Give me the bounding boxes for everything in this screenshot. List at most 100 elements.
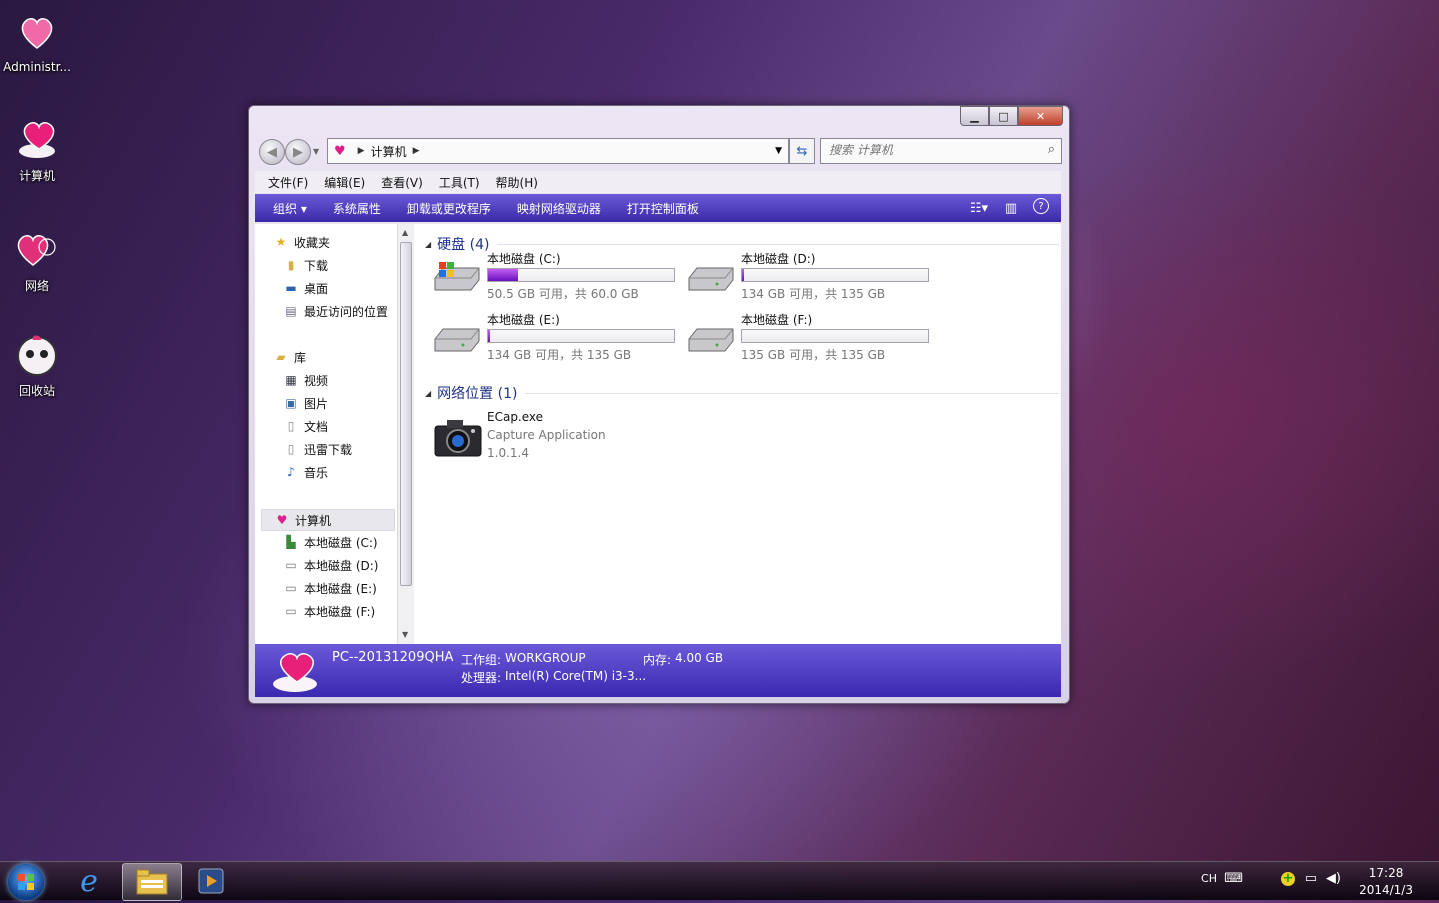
address-bar[interactable]: ♥ ▶ 计算机 ▶ ▼ bbox=[327, 138, 789, 164]
view-options-icon[interactable]: ☷▾ bbox=[969, 198, 989, 218]
security-shield-icon[interactable]: + bbox=[1281, 872, 1295, 886]
drive-f[interactable]: 本地磁盘 (F:) 135 GB 可用，共 135 GB bbox=[687, 311, 937, 363]
taskbar-internet-explorer[interactable]: e bbox=[60, 863, 118, 899]
volume-icon[interactable]: ◀) bbox=[1326, 871, 1341, 886]
drive-usage-fill bbox=[488, 269, 518, 281]
windows-drive-icon bbox=[434, 262, 480, 291]
drive-name: 本地磁盘 (D:) bbox=[741, 252, 816, 266]
back-button[interactable]: ◀ bbox=[259, 139, 285, 165]
nav-computer[interactable]: ♥ 计算机 bbox=[261, 509, 395, 531]
menu-help[interactable]: 帮助(H) bbox=[493, 174, 541, 191]
drive-usage-fill bbox=[488, 330, 490, 342]
main-pane: ◢ 硬盘 (4) 本地磁盘 (C:) 50.5 GB 可用，共 60.0 GB … bbox=[415, 224, 1061, 644]
internet-explorer-icon: e bbox=[80, 863, 98, 899]
preview-pane-icon[interactable]: ▥ bbox=[1001, 198, 1021, 218]
scroll-thumb[interactable] bbox=[400, 242, 412, 586]
drive-e[interactable]: 本地磁盘 (E:) 134 GB 可用，共 135 GB bbox=[433, 311, 683, 363]
system-properties-button[interactable]: 系统属性 bbox=[329, 200, 385, 217]
scroll-down-icon[interactable]: ▼ bbox=[402, 630, 408, 639]
drive-icon: ▭ bbox=[285, 558, 297, 572]
menu-tools[interactable]: 工具(T) bbox=[436, 174, 483, 191]
clock[interactable]: 17:28 2014/1/3 bbox=[1359, 865, 1413, 899]
search-input[interactable] bbox=[821, 139, 1037, 161]
drive-name: 本地磁盘 (F:) bbox=[741, 313, 813, 327]
minimize-button[interactable]: ▁ bbox=[960, 106, 989, 126]
breadcrumb-arrow-icon[interactable]: ▶ bbox=[358, 146, 365, 156]
computer-name: PC--20131209QHA bbox=[332, 650, 454, 665]
open-control-panel-button[interactable]: 打开控制面板 bbox=[623, 200, 703, 217]
menu-view[interactable]: 查看(V) bbox=[378, 174, 426, 191]
computer-heart-icon: ♥ bbox=[334, 143, 346, 159]
group-network-locations[interactable]: ◢ 网络位置 (1) bbox=[425, 383, 1059, 403]
refresh-icon: ⇆ bbox=[796, 143, 808, 159]
breadcrumb-computer[interactable]: 计算机 bbox=[371, 143, 407, 160]
ecap-application[interactable]: ECap.exe Capture Application 1.0.1.4 bbox=[433, 410, 733, 470]
desktop-icon-network[interactable]: 网络 bbox=[0, 225, 74, 294]
map-network-drive-button[interactable]: 映射网络驱动器 bbox=[513, 200, 605, 217]
drive-name: 本地磁盘 (C:) bbox=[487, 252, 561, 266]
collapse-icon[interactable]: ◢ bbox=[425, 389, 431, 398]
refresh-button[interactable]: ⇆ bbox=[789, 138, 815, 164]
clock-date: 2014/1/3 bbox=[1359, 883, 1413, 897]
menu-file[interactable]: 文件(F) bbox=[265, 174, 311, 191]
forward-arrow-icon: ▶ bbox=[293, 144, 303, 160]
app-description: Capture Application bbox=[487, 428, 606, 442]
menu-edit[interactable]: 编辑(E) bbox=[321, 174, 368, 191]
back-arrow-icon: ◀ bbox=[267, 144, 277, 160]
search-icon[interactable]: ⌕ bbox=[1048, 142, 1055, 157]
details-pane: PC--20131209QHA 工作组: WORKGROUP 内存: 4.00 … bbox=[255, 644, 1061, 697]
forward-button[interactable]: ▶ bbox=[285, 139, 311, 165]
drive-icon bbox=[434, 328, 480, 352]
workgroup-value: WORKGROUP bbox=[505, 651, 586, 665]
maximize-button[interactable]: □ bbox=[989, 106, 1018, 126]
command-bar: 组织 ▾ 系统属性 卸载或更改程序 映射网络驱动器 打开控制面板 ☷▾ ▥ ? bbox=[255, 194, 1061, 222]
language-indicator[interactable]: CH bbox=[1201, 872, 1217, 885]
recent-pages-icon[interactable]: ▼ bbox=[313, 147, 319, 156]
organize-button[interactable]: 组织 ▾ bbox=[269, 200, 311, 217]
star-icon: ★ bbox=[275, 235, 287, 249]
documents-icon: ▯ bbox=[287, 419, 295, 433]
collapse-icon[interactable]: ◢ bbox=[425, 240, 431, 249]
keyboard-icon[interactable]: ⌨ bbox=[1224, 871, 1243, 886]
taskbar-explorer[interactable] bbox=[122, 863, 182, 901]
group-divider bbox=[497, 243, 1059, 245]
address-dropdown-icon[interactable]: ▼ bbox=[775, 146, 782, 156]
drive-d[interactable]: 本地磁盘 (D:) 134 GB 可用，共 135 GB bbox=[687, 250, 937, 302]
processor-label: 处理器: bbox=[461, 671, 502, 685]
desktop-icon-administrator[interactable]: Administr... bbox=[0, 8, 74, 74]
recent-places-icon: ▤ bbox=[285, 304, 297, 318]
recycle-bin-icon bbox=[13, 330, 61, 378]
search-box[interactable]: ⌕ bbox=[820, 138, 1062, 164]
close-button[interactable]: ✕ bbox=[1018, 106, 1063, 126]
start-button[interactable] bbox=[8, 864, 44, 900]
nav-libraries[interactable]: ▰ 库 bbox=[273, 347, 413, 367]
desktop-icon-computer[interactable]: 计算机 bbox=[0, 115, 74, 184]
help-icon[interactable]: ? bbox=[1033, 198, 1049, 214]
download-folder-icon: ▮ bbox=[287, 258, 295, 272]
processor-value: Intel(R) Core(TM) i3-3... bbox=[505, 669, 647, 683]
windows-drive-icon: ▙ bbox=[286, 535, 296, 549]
desktop-icon-recycle-bin[interactable]: 回收站 bbox=[0, 330, 74, 399]
drive-usage-bar bbox=[741, 329, 929, 343]
drive-usage-bar bbox=[487, 329, 675, 343]
documents-icon: ▯ bbox=[287, 442, 295, 456]
library-folder-icon: ▰ bbox=[276, 350, 286, 364]
content-area: ★ 收藏夹 ▮ 下载 ▬ 桌面 ▤ 最近访问的位置 ▰ 库 ▦ 视频 ▣ 图片 ▯ 文档 ▯ 迅雷… bbox=[255, 224, 1061, 644]
taskbar-media-player[interactable] bbox=[182, 863, 240, 899]
breadcrumb-arrow-icon[interactable]: ▶ bbox=[413, 146, 420, 156]
uninstall-program-button[interactable]: 卸载或更改程序 bbox=[403, 200, 495, 217]
memory-label: 内存: bbox=[643, 653, 672, 667]
nav-favorites[interactable]: ★ 收藏夹 bbox=[273, 232, 413, 252]
drive-icon: ▭ bbox=[285, 581, 297, 595]
pictures-icon: ▣ bbox=[285, 396, 297, 410]
drive-c[interactable]: 本地磁盘 (C:) 50.5 GB 可用，共 60.0 GB bbox=[433, 250, 683, 302]
drive-usage-bar bbox=[487, 268, 675, 282]
computer-heart-icon bbox=[13, 115, 61, 163]
explorer-window[interactable]: ▁ □ ✕ ◀ ▶ ▼ ♥ ▶ 计算机 ▶ ▼ ⇆ ⌕ 文件(F) 编辑(E) … bbox=[248, 105, 1070, 704]
scroll-up-icon[interactable]: ▲ bbox=[402, 228, 408, 237]
drive-free-space: 134 GB 可用，共 135 GB bbox=[487, 348, 632, 362]
clock-time: 17:28 bbox=[1368, 866, 1404, 880]
nav-scrollbar[interactable]: ▲ ▼ bbox=[397, 224, 414, 644]
network-icon[interactable]: ▭ bbox=[1305, 871, 1317, 886]
computer-heart-icon: ♥ bbox=[276, 513, 288, 527]
